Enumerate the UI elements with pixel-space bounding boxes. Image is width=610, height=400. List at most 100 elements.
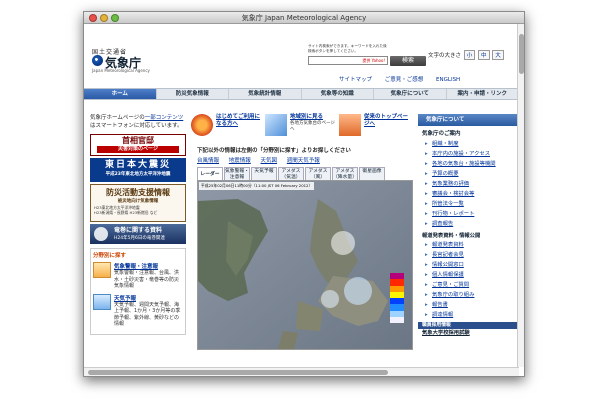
college-exam-link[interactable]: 気象大学校採用試験 <box>418 329 517 337</box>
center-column: はじめてご利用になる方へ 地域別に見る 各地方気象台のページへ 従来のトップページ… <box>191 114 413 350</box>
kantei-banner-title: 首相官邸 <box>122 136 154 145</box>
weather-chart-link[interactable]: 天気図 <box>261 158 278 164</box>
region-label: 地域別に見る <box>290 114 324 120</box>
disaster-support-banner[interactable]: 防災活動支援情報 被災地向け気象情報 H23東北地方太平洋沖地震 H23新潟県・… <box>90 184 186 222</box>
region-link[interactable]: 地域別に見る 各地方気象台のページへ <box>265 114 339 144</box>
earthquake-banner-title: 東日本大震災 <box>104 160 171 170</box>
list-item[interactable]: ご意見・ご質問 <box>418 280 517 290</box>
forecast-desc: 天気予報、週間天気予報、海上予報、1か月・3か月等の季節予報、紫外線、黄砂などの… <box>114 301 181 328</box>
earthquake-banner[interactable]: 東日本大震災 平成23年東北地方太平洋沖地震 <box>90 158 186 182</box>
recruit-link[interactable]: 職員採用情報 <box>418 322 517 329</box>
list-item[interactable]: 天気予報 天気予報、週間天気予報、海上予報、1か月・3か月等の季節予報、紫外線、黄… <box>93 293 183 328</box>
tab-forecast[interactable]: 天気予報 <box>251 167 277 180</box>
left-column: 気象庁ホームページの一部コンテンツはスマートフォンに対応しています。 首相官邸 … <box>90 114 186 335</box>
radar-legend <box>390 273 404 323</box>
list-item[interactable]: 気象警報・注意報 気象警報・注意報、台風、洪水・土砂災害・竜巻等の防災気象情報 <box>93 262 183 290</box>
header-links: サイトマップ ご意見・ご感想 ENGLISH <box>339 75 471 83</box>
category-search-heading: 分野別に探す <box>93 253 127 259</box>
radar-map[interactable]: 平成25年02月06日11時00分（11:00 JST 06 February … <box>197 180 413 350</box>
sitemap-link[interactable]: サイトマップ <box>339 77 372 83</box>
quick-links: はじめてご利用になる方へ 地域別に見る 各地方気象台のページへ 従来のトップページ… <box>191 114 413 144</box>
list-item[interactable]: 各地の気象台・施設等機関 <box>418 159 517 169</box>
tab-amedas-rain[interactable]: アメダス（降水量） <box>332 167 358 180</box>
radar-map-image <box>198 181 412 349</box>
intro-text-suffix: はスマートフォンに対応しています。 <box>90 123 183 129</box>
disaster-support-sub: 被災地向け気象情報 <box>117 199 159 204</box>
search-note: サイト内検索ができます。キーワードを入れた後検索ボタンを押してください。 <box>308 44 387 53</box>
vertical-scroll-thumb[interactable] <box>519 34 524 74</box>
typhoon-link[interactable]: 台風情報 <box>197 158 219 164</box>
nav-tab-home[interactable]: ホーム <box>84 89 157 99</box>
agency-name-english: Japan Meteorological Agency <box>92 68 150 73</box>
list-item[interactable]: 気象庁の取り組み <box>418 290 517 300</box>
list-item[interactable]: 刊行物・レポート <box>418 209 517 219</box>
old-top-icon <box>339 114 361 136</box>
kantei-banner[interactable]: 首相官邸 災害対策のページ <box>90 134 186 156</box>
jma-logo-icon[interactable] <box>92 55 103 66</box>
list-item[interactable]: 報告書 <box>418 300 517 310</box>
font-medium-button[interactable]: 中 <box>478 50 490 60</box>
search-prompt: 下記以外の情報は左側の「分野別に探す」よりお探しください <box>197 148 351 154</box>
list-item[interactable]: 調達情報 <box>418 310 517 320</box>
nav-tab-knowledge[interactable]: 気象等の知識 <box>302 89 374 99</box>
feedback-link[interactable]: ご意見・ご感想 <box>385 77 424 83</box>
earthquake-banner-sub: 平成23年東北地方太平洋沖地震 <box>105 172 171 177</box>
nav-tab-disaster-info[interactable]: 防災気象情報 <box>157 89 229 99</box>
search-button[interactable]: 検索 <box>390 56 426 66</box>
horizontal-scrollbar[interactable] <box>84 367 519 376</box>
first-time-label: はじめてご利用になる方へ <box>216 114 261 127</box>
tab-warnings[interactable]: 気象警報・注意報 <box>224 167 250 180</box>
disaster-support-lines: H23東北地方太平洋沖地震 H23新潟県・長野県 H23新燃岳 など <box>91 205 185 215</box>
smartphone-content-link[interactable]: 一部コンテンツ <box>145 115 184 121</box>
center-links: 台風情報 地震情報 天気図 週間天気予報 <box>197 156 413 164</box>
horizontal-scroll-thumb[interactable] <box>88 370 388 375</box>
earthquake-link[interactable]: 地震情報 <box>229 158 251 164</box>
title-bar: 気象庁 Japan Meteorological Agency <box>84 12 524 24</box>
tab-satellite[interactable]: 衛星画像 <box>359 167 385 180</box>
radar-caption: 平成25年02月06日11時00分（11:00 JST 06 February … <box>199 182 315 190</box>
list-item[interactable]: 予算の概要 <box>418 169 517 179</box>
search-input[interactable]: 提供 Yahoo! <box>308 56 388 65</box>
font-large-button[interactable]: 大 <box>492 50 504 60</box>
font-size-control: 文字の大きさ 小 中 大 <box>428 50 504 60</box>
old-top-link[interactable]: 従来のトップページへ <box>339 114 413 144</box>
list-item[interactable]: 組織・制度 <box>418 139 517 149</box>
tab-radar[interactable]: レーダー <box>197 167 223 180</box>
list-item[interactable]: 調査報告 <box>418 219 517 229</box>
tornado-banner[interactable]: 竜巻に関する資料 H24年5月6日の竜巻関連 <box>90 224 186 244</box>
region-map-icon <box>265 114 287 136</box>
list-item[interactable]: 情報公開窓口 <box>418 260 517 270</box>
old-top-label: 従来のトップページへ <box>364 114 409 127</box>
list-item[interactable]: 報道発表資料 <box>418 240 517 250</box>
warnings-desc: 気象警報・注意報、台風、洪水・土砂災害・竜巻等の防災気象情報 <box>114 270 180 289</box>
tornado-banner-title: 竜巻に関する資料 <box>114 227 163 234</box>
list-item[interactable]: 長官記者会見 <box>418 250 517 260</box>
nav-tab-statistics[interactable]: 気象統計情報 <box>229 89 302 99</box>
map-tabs: レーダー 気象警報・注意報 天気予報 アメダス（気温） アメダス（風） アメダス… <box>197 167 413 180</box>
tab-amedas-temp[interactable]: アメダス（気温） <box>278 167 304 180</box>
forecast-link[interactable]: 天気予報 <box>114 296 136 302</box>
region-desc: 各地方気象台のページへ <box>290 121 335 132</box>
nav-tab-about[interactable]: 気象庁について <box>374 89 447 99</box>
intro-text: 気象庁ホームページの <box>90 115 145 121</box>
site-header: 国土交通省 気象庁 Japan Meteorological Agency サイ… <box>84 24 519 88</box>
list-item[interactable]: 本庁内の施設・アクセス <box>418 149 517 159</box>
list-item[interactable]: 個人情報保護 <box>418 270 517 280</box>
press-section-heading: 報道発表資料・情報公開 <box>422 233 481 239</box>
vertical-scrollbar[interactable] <box>517 24 524 367</box>
first-time-link[interactable]: はじめてご利用になる方へ <box>191 114 265 144</box>
tab-amedas-wind[interactable]: アメダス（風） <box>305 167 331 180</box>
weekly-forecast-link[interactable]: 週間天気予報 <box>287 158 320 164</box>
font-small-button[interactable]: 小 <box>463 50 476 60</box>
tornado-banner-sub: H24年5月6日の竜巻関連 <box>114 236 165 241</box>
category-search-box: 分野別に探す 気象警報・注意報 気象警報・注意報、台風、洪水・土砂災害・竜巻等の防… <box>90 248 186 335</box>
about-heading: 気象庁について <box>418 114 517 126</box>
kantei-banner-sub: 災害対策のページ <box>97 146 179 153</box>
list-item[interactable]: 気象業務の評価 <box>418 179 517 189</box>
english-link[interactable]: ENGLISH <box>436 77 460 83</box>
list-item[interactable]: 所管法令一覧 <box>418 199 517 209</box>
warning-icon <box>93 262 111 278</box>
window-title: 気象庁 Japan Meteorological Agency <box>241 14 367 22</box>
nav-tab-links[interactable]: 案内・申請・リンク <box>447 89 519 99</box>
list-item[interactable]: 審議会・検討会等 <box>418 189 517 199</box>
